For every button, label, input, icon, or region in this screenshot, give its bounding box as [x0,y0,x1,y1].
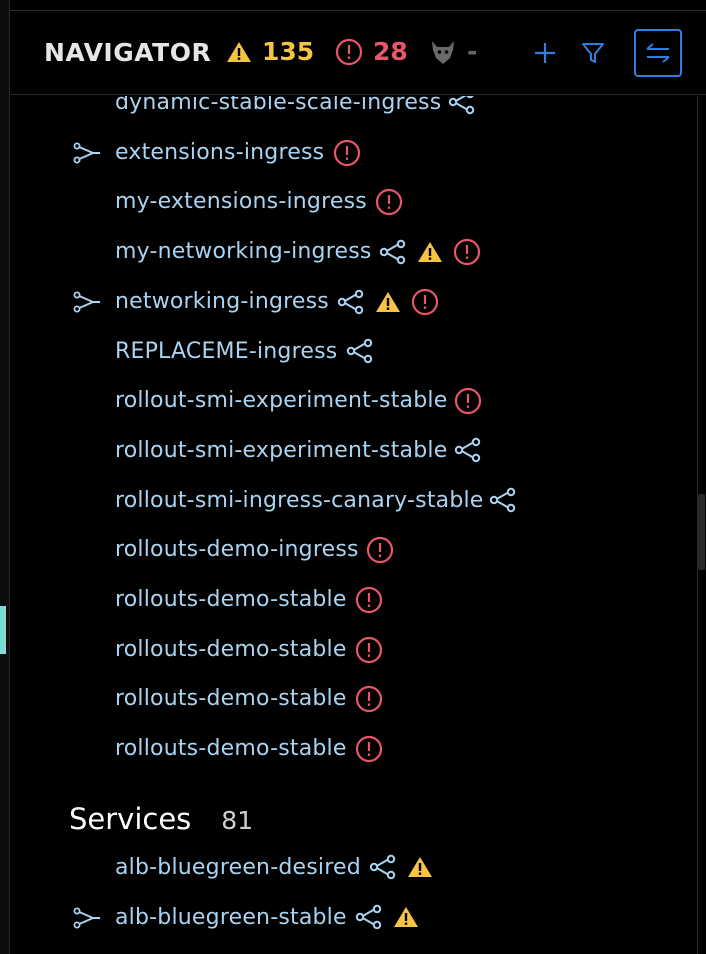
relations-icon[interactable] [346,338,374,364]
status-icons [355,685,383,713]
tree-item-label: rollouts-demo-stable [115,636,347,662]
tree-item[interactable]: my-networking-ingress [11,232,691,272]
error-icon [453,238,481,266]
tree-item-label: my-extensions-ingress [115,189,367,215]
policy-counter[interactable]: - [429,37,477,66]
status-icons [346,338,374,364]
status-icons [489,487,517,513]
tree-item-label: my-networking-ingress [115,239,372,265]
tree-item-label: dynamic-stable-scale-ingress [115,96,442,115]
tree-item[interactable]: my-extensions-ingress [11,182,691,222]
section-count: 81 [221,806,254,835]
tree-item-label: rollout-smi-experiment-stable [115,437,448,463]
plus-icon [535,43,555,63]
tree-item[interactable]: REPLACEME-ingress [11,332,691,372]
tree-item-label: alb-bluegreen-stable [115,905,347,930]
policy-count: - [467,37,478,66]
filter-icon [582,43,604,63]
gutter-marker [0,606,6,654]
add-button[interactable] [529,29,561,77]
tree-item[interactable]: rollouts-demo-stable [11,580,691,620]
kyverno-icon [432,40,454,64]
tree-item[interactable]: alb-bluegreen-desired [11,848,691,888]
warning-icon [408,857,432,877]
tree-item[interactable]: rollouts-demo-stable [11,630,691,670]
error-counter[interactable]: 28 [335,37,408,66]
tree-item[interactable]: rollout-smi-experiment-stable [11,431,691,471]
scrollbar-thumb[interactable] [698,494,705,570]
error-icon [454,388,482,415]
status-icons [375,188,403,216]
tree-item[interactable]: rollouts-demo-stable [11,729,691,769]
tree-item-label: networking-ingress [115,288,329,314]
error-icon [411,288,439,315]
expand-icon[interactable] [73,907,103,929]
tree-item[interactable]: networking-ingress [11,282,691,322]
services-section-header[interactable]: Services 81 [69,802,253,836]
warning-icon [394,907,418,927]
error-count: 28 [373,37,408,66]
tree-item-label: rollout-smi-ingress-canary-stable [115,487,484,513]
tree-item-label: rollouts-demo-stable [115,736,347,762]
tree-item-label: rollouts-demo-stable [115,587,347,612]
collapse-icon [646,43,670,63]
collapse-button[interactable] [634,29,682,77]
warning-icon [418,242,442,263]
relations-icon[interactable] [369,854,397,880]
error-icon [366,537,394,564]
warning-counter[interactable]: 135 [226,37,314,66]
navigator-header: NAVIGATOR 135 28 - [11,11,706,95]
tree-item[interactable]: extensions-ingress [11,133,691,173]
tree-item-label: rollouts-demo-stable [115,686,347,712]
relations-icon[interactable] [489,487,517,513]
status-icons [448,96,476,115]
status-icons [366,536,394,564]
tree-item[interactable]: alb-bluegreen-stable [11,898,691,938]
relations-icon[interactable] [337,289,365,315]
tree-item[interactable]: dynamic-stable-scale-ingress [11,96,691,123]
status-icons [454,387,482,415]
section-title: Services [69,802,192,836]
relations-icon[interactable] [379,239,407,265]
status-icons [355,735,383,763]
tree-item[interactable]: rollout-smi-ingress-canary-stable [11,481,691,521]
left-gutter [0,0,10,954]
tree-item-label: extensions-ingress [115,139,325,165]
tree-item-label: alb-bluegreen-desired [115,855,361,880]
tree-item[interactable]: rollouts-demo-stable [11,679,691,719]
error-icon [335,38,363,65]
error-icon [333,139,361,166]
relations-icon[interactable] [355,904,383,930]
status-icons [355,636,383,664]
tree-item-label: REPLACEME-ingress [115,338,338,364]
error-icon [355,735,383,763]
warning-count: 135 [262,37,315,66]
status-icons [379,238,481,266]
navigator-title: NAVIGATOR [44,38,212,67]
expand-icon[interactable] [73,142,103,164]
status-icons [454,437,482,463]
scrollbar[interactable] [697,96,706,954]
error-icon [355,636,383,663]
warning-icon [227,41,251,62]
error-icon [355,686,383,713]
error-icon [355,586,383,614]
status-icons [333,139,361,167]
status-icons [337,288,439,316]
tree-item-label: rollouts-demo-ingress [115,537,359,563]
expand-icon[interactable] [73,291,103,313]
error-icon [375,189,403,216]
tree-item[interactable]: rollout-smi-experiment-stable [11,381,691,421]
warning-icon [376,291,400,312]
filter-button[interactable] [577,29,609,77]
navigator-panel: NAVIGATOR 135 28 - dynamic-stable-scale-… [0,0,706,954]
status-icons [369,854,433,880]
status-icons [355,904,419,930]
relations-icon[interactable] [454,437,482,463]
relations-icon[interactable] [448,96,476,115]
tree-item[interactable]: rollouts-demo-ingress [11,530,691,570]
tree-item-label: rollout-smi-experiment-stable [115,388,448,414]
status-icons [355,586,383,614]
navigator-tree[interactable]: dynamic-stable-scale-ingress extensions-i… [11,96,697,954]
